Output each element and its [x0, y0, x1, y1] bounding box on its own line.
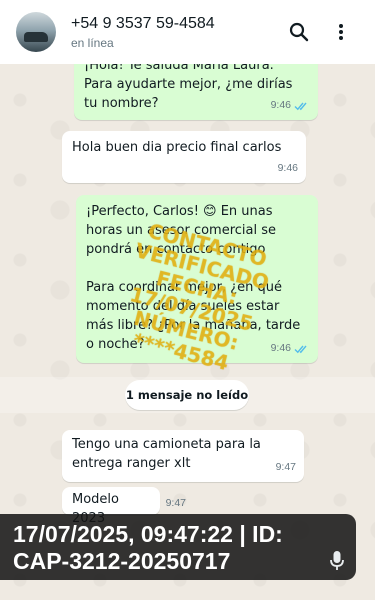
message-outgoing[interactable]: ¡Perfecto, Carlos! 😊 En unas horas un as… [76, 195, 318, 363]
double-check-icon [294, 345, 307, 353]
message-time: 9:46 [270, 342, 291, 354]
chat-header[interactable]: +54 9 3537 59-4584 en línea [0, 0, 375, 64]
message-time: 9:47 [165, 497, 186, 509]
microphone-icon [330, 551, 344, 570]
message-incoming[interactable]: Tengo una camioneta para la entrega rang… [62, 430, 304, 482]
message-incoming[interactable]: Modelo 2023 9:47 [62, 487, 186, 526]
message-text: Tengo una camioneta para la entrega rang… [72, 437, 261, 471]
message-time: 9:47 [275, 461, 296, 473]
message-time: 9:46 [270, 99, 291, 111]
unread-badge: 1 mensaje no leído [125, 380, 249, 410]
message-meta: 9:47 [166, 494, 186, 513]
contact-status: en línea [71, 35, 114, 50]
message-text: Hola buen dia precio final carlos [72, 140, 282, 155]
menu-button[interactable] [327, 18, 355, 46]
message-meta: 9:46 [278, 159, 298, 178]
message-time: 9:46 [277, 162, 298, 174]
message-meta: 9:46 [271, 96, 310, 115]
double-check-icon [294, 102, 307, 110]
message-incoming[interactable]: Hola buen dia precio final carlos 9:46 [62, 131, 306, 183]
search-icon [289, 22, 309, 42]
message-meta: 9:46 [271, 339, 310, 358]
message-text-paragraph-1: ¡Perfecto, Carlos! 😊 En unas horas un as… [86, 204, 277, 257]
microphone-button[interactable] [325, 548, 349, 574]
capture-caption: 17/07/2025, 09:47:22 | ID: CAP-3212-2025… [13, 521, 283, 574]
contact-name[interactable]: +54 9 3537 59-4584 [71, 14, 285, 34]
contact-info[interactable]: +54 9 3537 59-4584 en línea [71, 14, 285, 51]
message-meta: 9:47 [276, 458, 296, 477]
avatar[interactable] [16, 12, 56, 52]
more-vertical-icon [339, 24, 343, 40]
search-button[interactable] [285, 18, 313, 46]
